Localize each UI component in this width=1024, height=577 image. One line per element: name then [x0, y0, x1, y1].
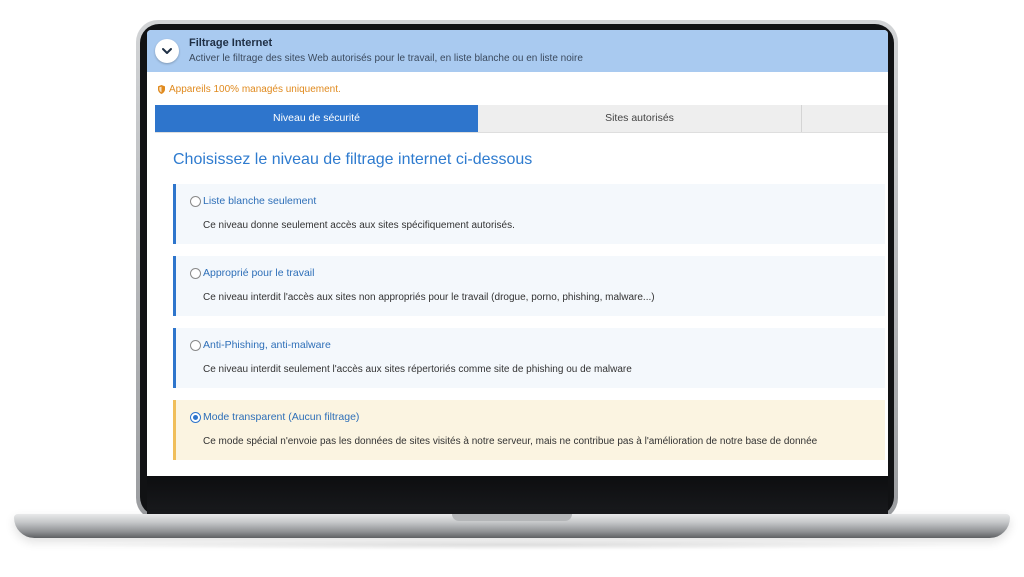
tab-allowed-sites[interactable]: Sites autorisés: [478, 105, 802, 132]
option-description: Ce niveau donne seulement accès aux site…: [203, 220, 515, 231]
tab-security-level[interactable]: Niveau de sécurité: [155, 105, 478, 132]
option-anti-phishing[interactable]: Anti-Phishing, anti-malware Ce niveau in…: [173, 328, 885, 388]
page-title: Choisissez le niveau de filtrage interne…: [173, 151, 533, 168]
option-description: Ce niveau interdit l'accès aux sites non…: [203, 292, 655, 303]
chevron-down-icon: [162, 48, 172, 54]
notice-text: Appareils 100% managés uniquement.: [169, 83, 341, 95]
laptop-notch: [452, 514, 572, 521]
radio-anti-phishing[interactable]: [190, 340, 201, 351]
panel-subtitle: Activer le filtrage des sites Web autori…: [189, 53, 583, 64]
tab-bar: Niveau de sécurité Sites autorisés: [155, 105, 888, 133]
tab-extra[interactable]: [801, 105, 888, 132]
radio-work-appropriate[interactable]: [190, 268, 201, 279]
panel-title: Filtrage Internet: [189, 37, 273, 49]
radio-transparent-mode[interactable]: [190, 412, 201, 423]
screen-bottom-reflection: [147, 476, 888, 516]
option-label: Approprié pour le travail: [203, 267, 315, 279]
option-label: Mode transparent (Aucun filtrage): [203, 411, 360, 423]
option-label: Anti-Phishing, anti-malware: [203, 339, 331, 351]
option-label: Liste blanche seulement: [203, 195, 317, 207]
option-description: Ce niveau interdit seulement l'accès aux…: [203, 364, 632, 375]
option-transparent-mode[interactable]: Mode transparent (Aucun filtrage) Ce mod…: [173, 400, 885, 460]
managed-devices-notice: Appareils 100% managés uniquement.: [158, 82, 341, 96]
panel-header[interactable]: Filtrage Internet Activer le filtrage de…: [147, 30, 888, 72]
option-description: Ce mode spécial n'envoie pas les données…: [203, 436, 818, 447]
laptop-shadow: [60, 540, 964, 550]
shield-icon: [158, 84, 165, 94]
radio-whitelist[interactable]: [190, 196, 201, 207]
app-screen: Filtrage Internet Activer le filtrage de…: [147, 30, 888, 476]
option-whitelist[interactable]: Liste blanche seulement Ce niveau donne …: [173, 184, 885, 244]
collapse-toggle-button[interactable]: [155, 39, 179, 63]
option-work-appropriate[interactable]: Approprié pour le travail Ce niveau inte…: [173, 256, 885, 316]
